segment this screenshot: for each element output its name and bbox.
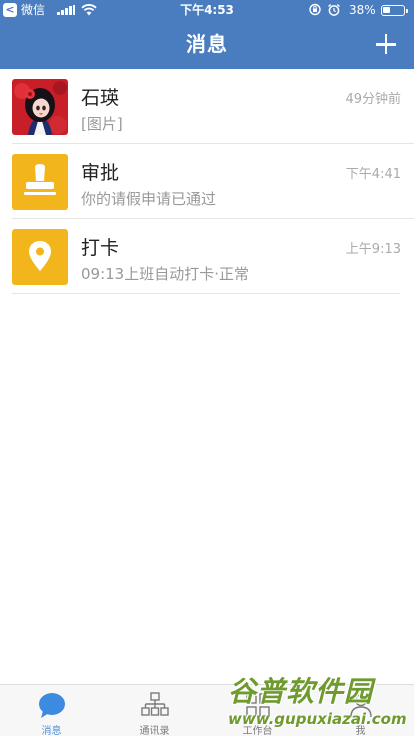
watermark-url: www.gupuxiazai.com	[228, 710, 407, 728]
watermark-title: 谷普软件园	[228, 675, 374, 708]
conversation-name: 审批	[81, 162, 120, 184]
conversation-list: 石瑛 [图片] 49分钟前 审批 你的请假申请已通过 下午4:41 打卡 09:…	[0, 69, 414, 294]
page-title: 消息	[186, 32, 228, 56]
conversation-preview: 你的请假申请已通过	[81, 190, 217, 208]
avatar	[12, 154, 68, 210]
stamp-icon	[24, 164, 56, 195]
header: < 微信 下午4:53 38% 消息	[0, 0, 414, 69]
tab-contacts[interactable]: 通讯录	[103, 685, 206, 736]
conversation-time: 49分钟前	[345, 92, 401, 107]
app-screen: < 微信 下午4:53 38% 消息 石瑛 [图片] 49分钟前 审批 你的请假…	[0, 0, 414, 736]
conversation-preview: 09:13上班自动打卡·正常	[81, 265, 249, 283]
avatar	[12, 79, 68, 135]
conversation-name: 打卡	[81, 237, 120, 259]
tab-label: 消息	[41, 726, 62, 736]
conversation-time: 上午9:13	[345, 242, 401, 257]
location-pin-icon	[29, 241, 51, 271]
tab-messages[interactable]: 消息	[0, 685, 103, 736]
conversation-name: 石瑛	[81, 87, 120, 109]
battery-percent: 38%	[349, 3, 376, 17]
battery-icon	[381, 5, 408, 16]
conversation-time: 下午4:41	[345, 167, 401, 182]
conversation-preview: [图片]	[81, 115, 123, 133]
add-button[interactable]	[370, 32, 402, 58]
tab-label: 通讯录	[139, 726, 170, 736]
nav-bar: 消息	[0, 20, 414, 69]
org-chart-icon	[141, 692, 169, 716]
conversation-item[interactable]: 审批 你的请假申请已通过 下午4:41	[0, 144, 414, 219]
conversation-item[interactable]: 石瑛 [图片] 49分钟前	[0, 69, 414, 144]
conversation-item[interactable]: 打卡 09:13上班自动打卡·正常 上午9:13	[0, 219, 414, 294]
avatar-photo	[12, 79, 68, 135]
status-bar: < 微信 下午4:53 38%	[0, 0, 414, 20]
rotation-lock-icon	[309, 3, 321, 16]
alarm-icon	[328, 3, 340, 16]
battery-level-fill	[383, 7, 390, 13]
site-watermark: 谷普软件园 www.gupuxiazai.com	[226, 668, 414, 736]
divider	[12, 293, 400, 294]
avatar	[12, 229, 68, 285]
chat-bubble-icon	[39, 693, 65, 718]
